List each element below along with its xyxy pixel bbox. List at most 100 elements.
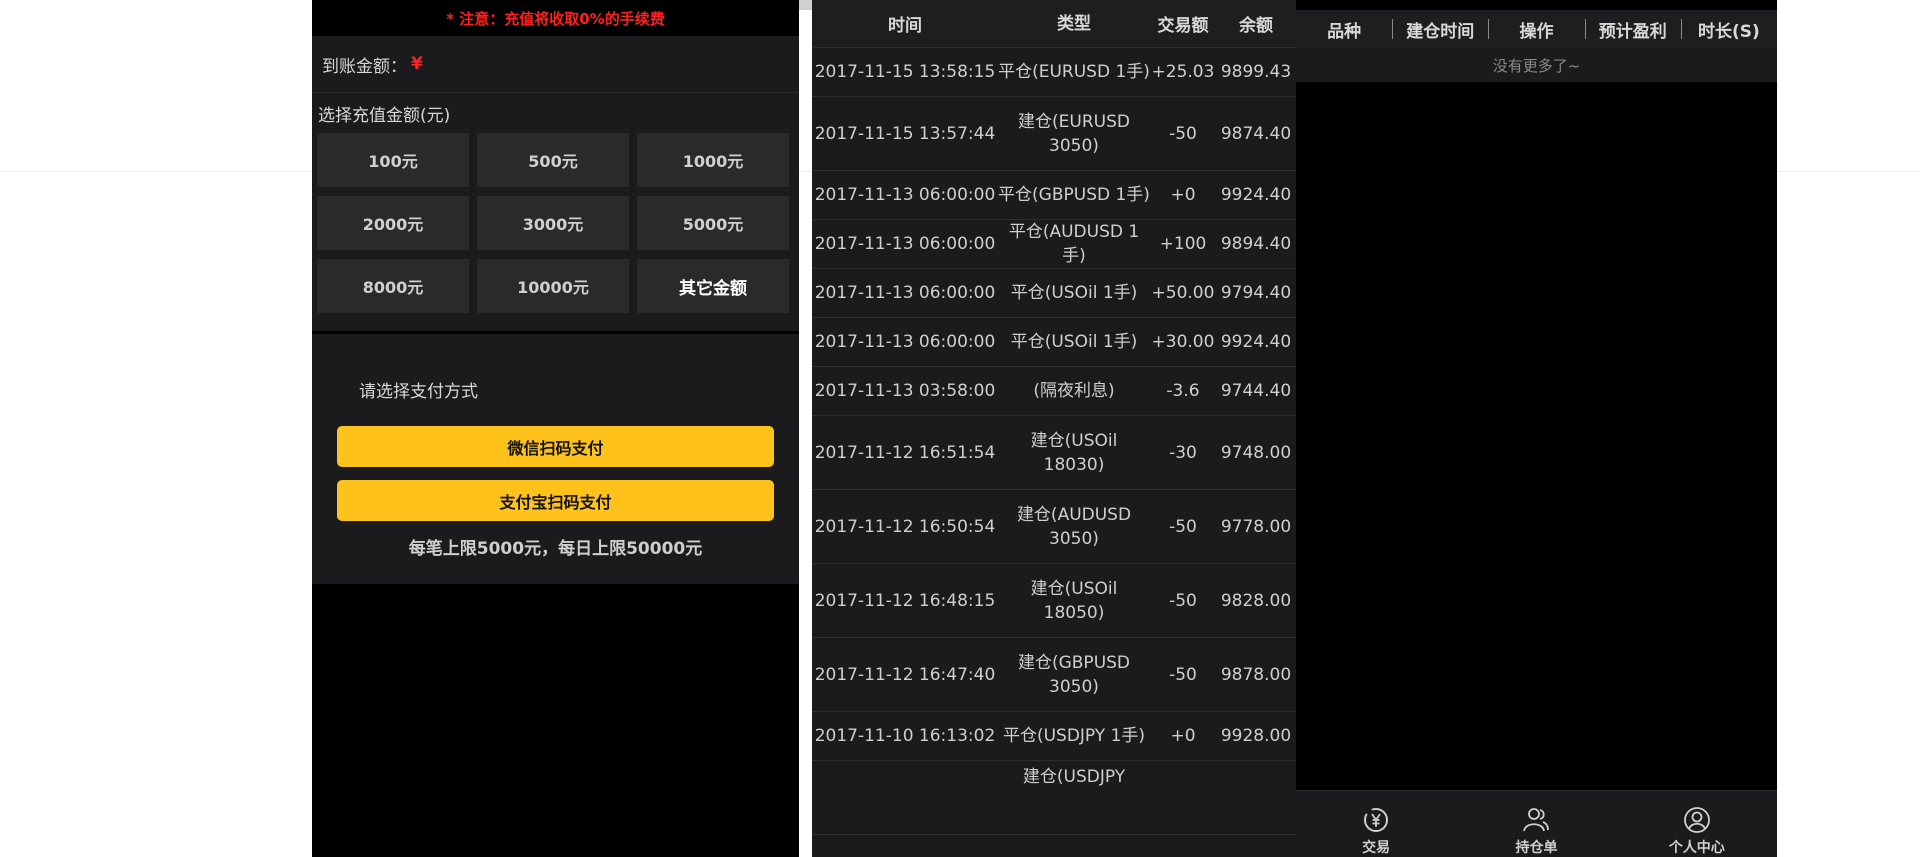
limit-text: 每笔上限5000元，每日上限50000元 — [408, 539, 703, 559]
amount-option-8000[interactable]: 8000元 — [317, 259, 469, 313]
record-balance: 9924.40 — [1220, 185, 1292, 205]
positions-panel: 品种 建仓时间 操作 预计盈利 时长(S) 没有更多了~ 交易 持仓单 个人中心 — [1296, 0, 1777, 857]
record-type: 平仓(AUDUSD 1手) — [1008, 222, 1140, 266]
record-amount: +100 — [1159, 234, 1207, 254]
record-amount: +50.00 — [1151, 283, 1215, 303]
table-row: 2017-11-15 13:58:15 平仓(EURUSD 1手) +25.03 98… — [812, 48, 1296, 97]
record-time: 2017-11-12 16:51:54 — [814, 442, 996, 463]
record-balance: 9928.00 — [1220, 726, 1292, 746]
tab-positions-label: 持仓单 — [1515, 840, 1558, 856]
table-row: 2017-11-12 16:47:40 建仓(GBPUSD 3050) -50 987… — [812, 638, 1296, 712]
header-symbol: 品种 — [1327, 21, 1362, 42]
record-time: 2017-11-13 06:00:00 — [814, 283, 996, 303]
header-open-time: 建仓时间 — [1392, 17, 1488, 42]
users-icon — [1523, 808, 1550, 832]
header-duration: 时长(S) — [1680, 17, 1777, 42]
record-amount: -50 — [1169, 590, 1197, 611]
record-type: 平仓(GBPUSD 1手) — [998, 185, 1150, 205]
recharge-panel: * 注意：充值将收取0%的手续费 到账金额： ¥ 选择充值金额(元) 100元 … — [312, 0, 799, 857]
header-action: 操作 — [1488, 17, 1584, 42]
record-type: 平仓(USOil 1手) — [1010, 332, 1138, 352]
arrival-currency: ¥ — [411, 54, 423, 74]
tab-profile[interactable]: 个人中心 — [1617, 791, 1777, 857]
amount-option-1000[interactable]: 1000元 — [637, 133, 789, 187]
table-row: 2017-11-13 06:00:00 平仓(AUDUSD 1手) +100 9894… — [812, 220, 1296, 269]
table-row: 2017-11-13 06:00:00 平仓(USOil 1手) +30.00 992… — [812, 318, 1296, 367]
payment-title: 请选择支付方式 — [359, 381, 478, 402]
amount-option-other[interactable]: 其它金额 — [637, 259, 789, 313]
record-time: 2017-11-13 06:00:00 — [814, 332, 996, 352]
arrival-amount: 到账金额： ¥ — [312, 36, 799, 93]
record-balance: 9778.00 — [1220, 516, 1292, 537]
record-type: 建仓(GBPUSD 3050) — [1017, 652, 1131, 697]
alipay-button[interactable]: 支付宝扫码支付 — [337, 480, 774, 521]
record-type: 建仓(AUDUSD 3050) — [1016, 504, 1132, 549]
record-balance: 9899.43 — [1220, 62, 1292, 82]
table-row: 2017-11-13 06:00:00 平仓(GBPUSD 1手) +0 9924.4… — [812, 171, 1296, 220]
table-row: 2017-11-12 16:48:15 建仓(USOil 18050) -50 982… — [812, 564, 1296, 638]
record-time: 2017-11-13 06:00:00 — [814, 185, 996, 205]
record-amount: +0 — [1170, 726, 1196, 746]
record-amount: -50 — [1169, 516, 1197, 537]
empty-text: 没有更多了~ — [1296, 48, 1777, 82]
record-amount: -3.6 — [1166, 381, 1200, 401]
record-amount: +0 — [1170, 185, 1196, 205]
amount-option-3000[interactable]: 3000元 — [477, 196, 629, 250]
record-amount: -30 — [1169, 442, 1197, 463]
header-expected-profit: 预计盈利 — [1584, 17, 1681, 42]
record-type: 平仓(USOil 1手) — [1010, 283, 1138, 303]
record-time: 2017-11-12 16:47:40 — [814, 664, 996, 685]
record-balance: 9924.40 — [1220, 332, 1292, 352]
record-type: 建仓(USOil 18050) — [1030, 578, 1118, 623]
record-time: 2017-11-12 16:50:54 — [814, 516, 996, 537]
record-balance: 9878.00 — [1220, 664, 1292, 685]
record-balance: 9874.40 — [1220, 123, 1292, 144]
positions-header: 品种 建仓时间 操作 预计盈利 时长(S) — [1296, 10, 1777, 48]
records-header: 时间 类型 交易额 余额 — [812, 0, 1296, 48]
header-balance: 余额 — [1239, 16, 1273, 36]
table-row: 建仓(USDJPY — [812, 761, 1296, 835]
record-balance: 9794.40 — [1220, 283, 1292, 303]
record-balance: 9828.00 — [1220, 590, 1292, 611]
records-panel: 时间 类型 交易额 余额 2017-11-15 13:58:15 平仓(EURUS… — [812, 0, 1296, 857]
table-row: 2017-11-12 16:50:54 建仓(AUDUSD 3050) -50 977… — [812, 490, 1296, 564]
arrival-label: 到账金额： — [322, 56, 407, 77]
user-circle-icon — [1683, 807, 1710, 833]
payment-section: 请选择支付方式 微信扫码支付 支付宝扫码支付 每笔上限5000元，每日上限500… — [312, 334, 799, 584]
record-type: (隔夜利息) — [1033, 381, 1115, 401]
amount-option-10000[interactable]: 10000元 — [477, 259, 629, 313]
fee-notice: * 注意：充值将收取0%的手续费 — [312, 0, 799, 36]
header-time: 时间 — [888, 16, 922, 36]
record-amount: -50 — [1169, 664, 1197, 685]
amount-grid: 100元 500元 1000元 2000元 3000元 5000元 8000元 … — [317, 133, 794, 313]
record-type: 平仓(EURUSD 1手) — [998, 62, 1150, 82]
record-time: 2017-11-12 16:48:15 — [814, 590, 996, 611]
record-time: 2017-11-15 13:58:15 — [814, 62, 996, 82]
tab-profile-label: 个人中心 — [1668, 840, 1725, 856]
record-amount: +30.00 — [1151, 332, 1215, 352]
record-type: 平仓(USDJPY 1手) — [1002, 726, 1146, 746]
record-balance: 9894.40 — [1220, 234, 1292, 254]
header-amount: 交易额 — [1157, 16, 1209, 36]
amount-section: 选择充值金额(元) 100元 500元 1000元 2000元 3000元 50… — [312, 93, 799, 331]
amount-option-100[interactable]: 100元 — [317, 133, 469, 187]
tab-trade[interactable]: 交易 — [1296, 791, 1456, 857]
wechat-pay-button[interactable]: 微信扫码支付 — [337, 426, 774, 467]
amount-option-500[interactable]: 500元 — [477, 133, 629, 187]
table-row: 2017-11-10 16:13:02 平仓(USDJPY 1手) +0 9928.0… — [812, 712, 1296, 761]
amount-option-5000[interactable]: 5000元 — [637, 196, 789, 250]
record-type: 建仓(USDJPY — [1022, 767, 1126, 787]
scrollbar-stub — [799, 0, 812, 10]
tab-positions[interactable]: 持仓单 — [1456, 791, 1616, 857]
yen-circle-icon — [1364, 807, 1389, 832]
table-row: 2017-11-15 13:57:44 建仓(EURUSD 3050) -50 987… — [812, 97, 1296, 171]
record-type: 建仓(EURUSD 3050) — [1018, 111, 1130, 156]
bottom-tabbar: 交易 持仓单 个人中心 — [1296, 790, 1777, 857]
record-balance: 9748.00 — [1220, 442, 1292, 463]
record-balance: 9744.40 — [1220, 381, 1292, 401]
record-time: 2017-11-10 16:13:02 — [814, 726, 996, 746]
record-time: 2017-11-13 06:00:00 — [814, 234, 996, 254]
amount-option-2000[interactable]: 2000元 — [317, 196, 469, 250]
tab-trade-label: 交易 — [1362, 840, 1391, 856]
table-row: 2017-11-13 06:00:00 平仓(USOil 1手) +50.00 979… — [812, 269, 1296, 318]
